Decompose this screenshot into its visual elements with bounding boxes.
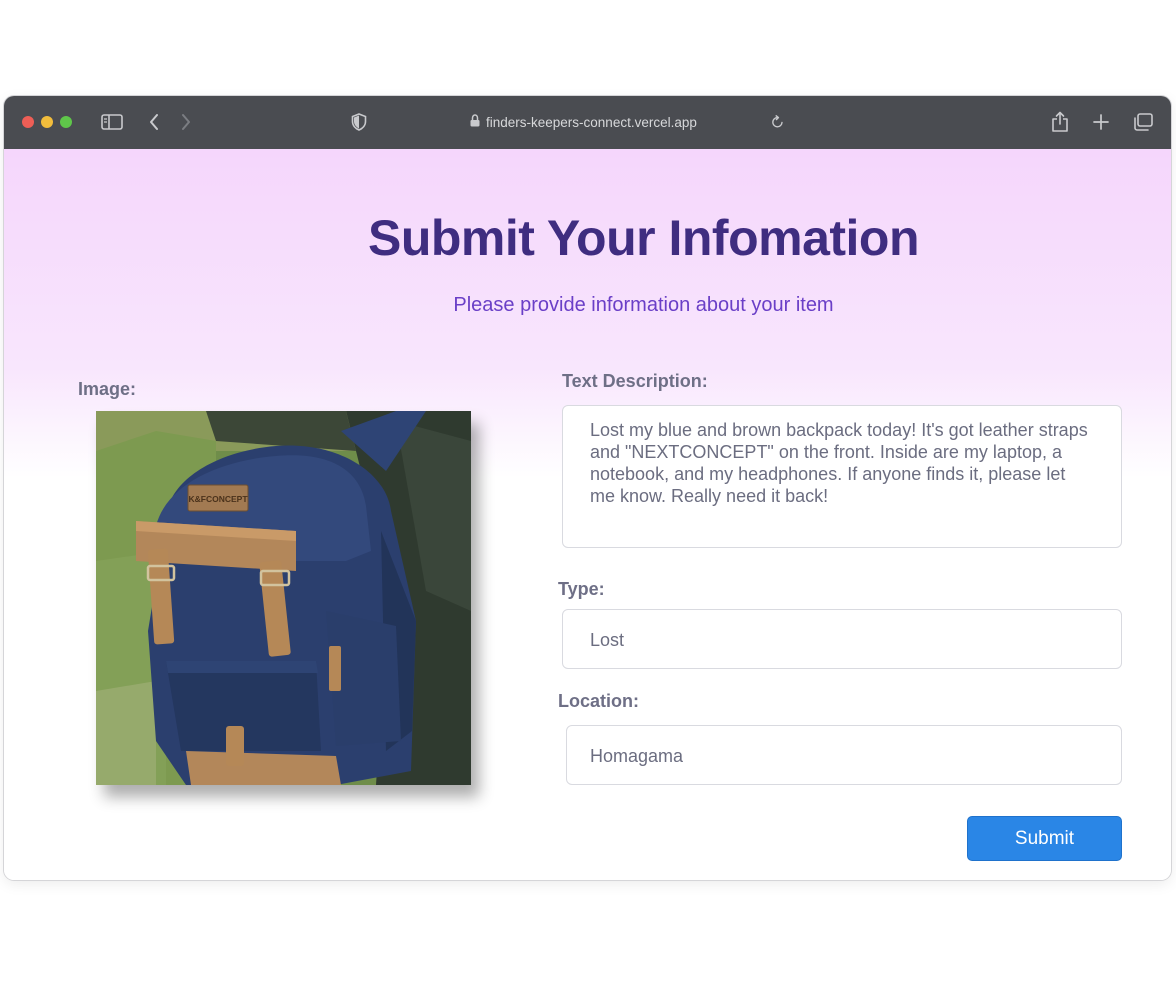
close-window-button[interactable] <box>22 116 34 128</box>
forward-icon[interactable] <box>178 110 194 134</box>
type-field[interactable]: Lost <box>562 609 1122 669</box>
browser-toolbar: finders-keepers-connect.vercel.app <box>4 96 1171 149</box>
type-label: Type: <box>558 579 605 599</box>
back-icon[interactable] <box>146 110 162 134</box>
browser-window: finders-keepers-connect.vercel.app Submi… <box>4 96 1171 880</box>
description-label: Text Description: <box>562 371 708 391</box>
item-photo: K&FCONCEPT <box>96 411 471 785</box>
sidebar-icon[interactable] <box>100 110 124 134</box>
share-icon[interactable] <box>1050 110 1070 134</box>
tabs-overview-icon[interactable] <box>1132 110 1154 134</box>
page-subtitle: Please provide information about your it… <box>453 294 834 316</box>
brand-patch-text: K&FCONCEPT <box>188 494 248 504</box>
minimize-window-button[interactable] <box>41 116 53 128</box>
lock-icon <box>470 114 480 130</box>
reload-icon[interactable] <box>770 110 784 134</box>
page-content: Submit Your Infomation Please provide in… <box>4 149 1171 880</box>
page-title: Submit Your Infomation <box>367 210 920 266</box>
location-label: Location: <box>558 691 639 711</box>
url-text: finders-keepers-connect.vercel.app <box>486 114 697 130</box>
image-label: Image: <box>78 379 137 399</box>
address-bar[interactable]: finders-keepers-connect.vercel.app <box>470 110 697 134</box>
maximize-window-button[interactable] <box>60 116 72 128</box>
submit-button[interactable]: Submit <box>967 816 1122 861</box>
description-textarea[interactable]: Lost my blue and brown backpack today! I… <box>562 405 1122 548</box>
shield-icon[interactable] <box>350 110 368 134</box>
location-field[interactable]: Homagama <box>566 725 1122 785</box>
new-tab-icon[interactable] <box>1092 110 1110 134</box>
